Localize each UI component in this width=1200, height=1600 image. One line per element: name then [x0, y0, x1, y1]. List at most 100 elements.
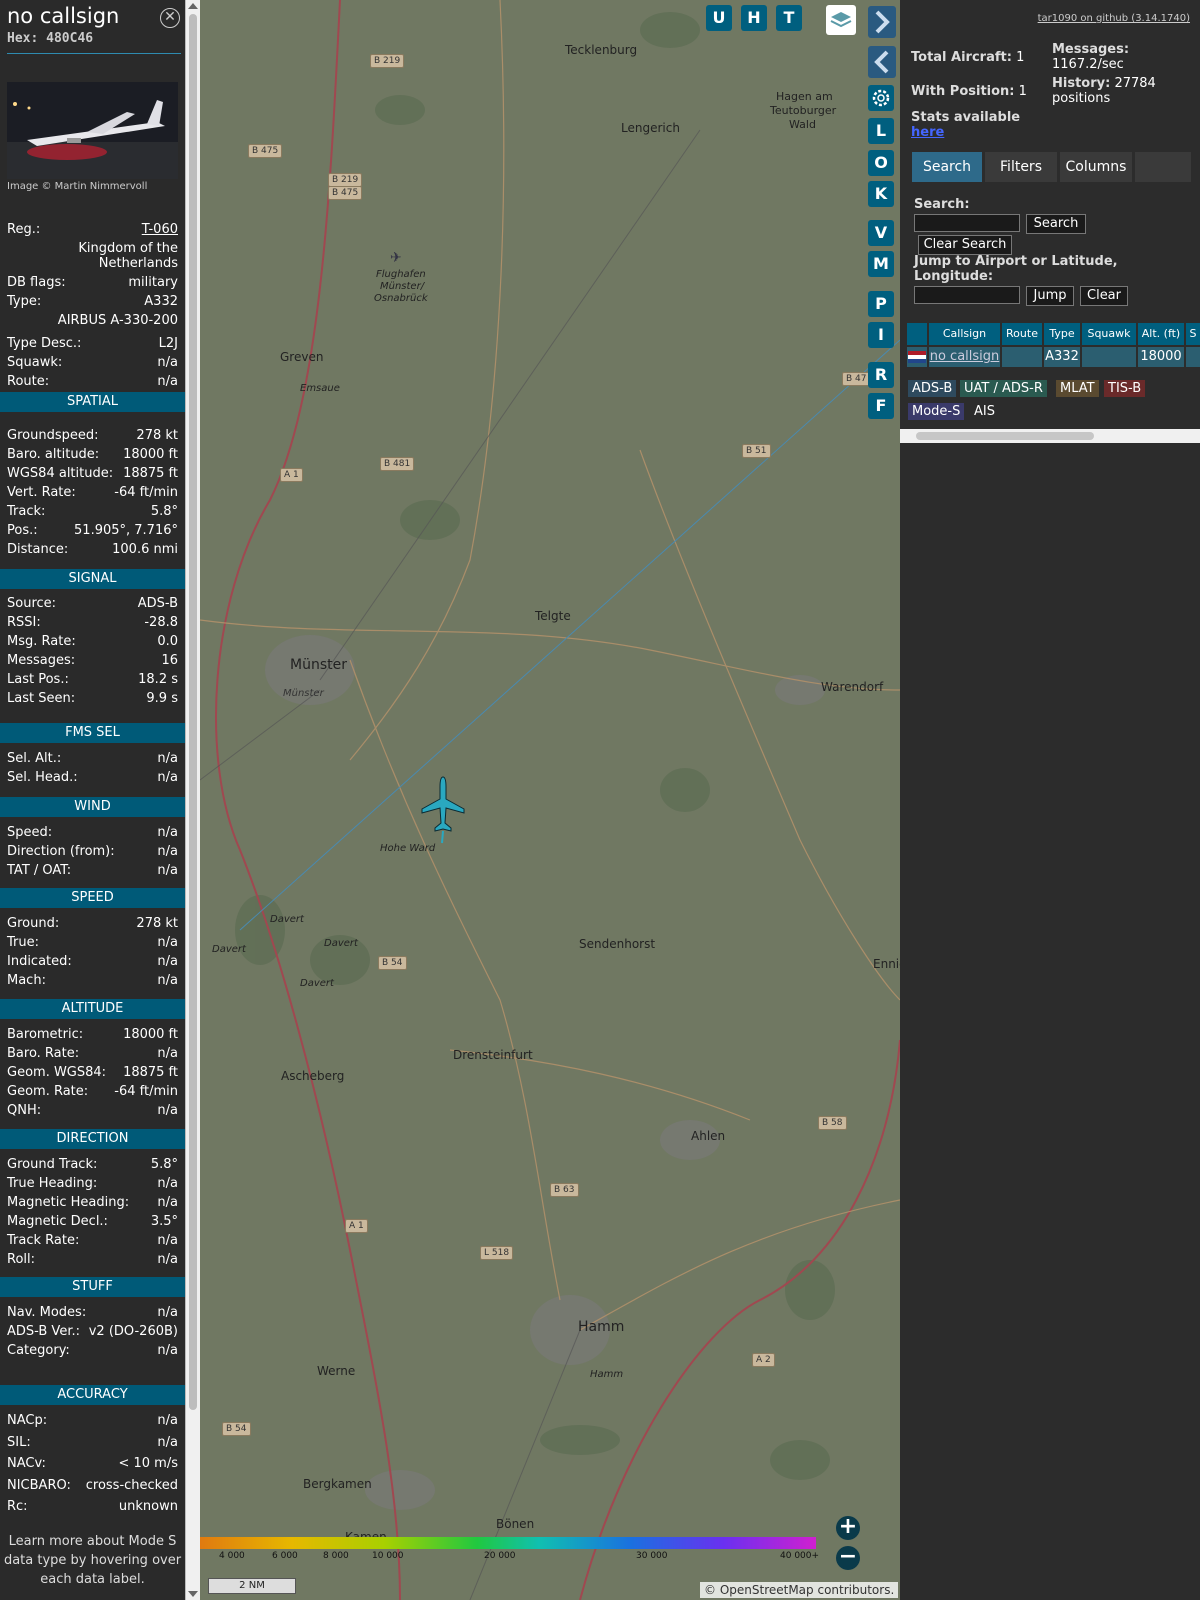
clear-button[interactable]: Clear: [1080, 286, 1128, 306]
col-header-alt[interactable]: Alt. (ft): [1138, 323, 1184, 345]
info-key[interactable]: Category:: [7, 1343, 70, 1358]
info-key[interactable]: Rc:: [7, 1499, 28, 1514]
info-key[interactable]: Ground Track:: [7, 1157, 97, 1172]
info-key[interactable]: Speed:: [7, 825, 52, 840]
layers-icon[interactable]: [826, 5, 856, 35]
sidebar-scrollbar[interactable]: [185, 0, 200, 1600]
info-key[interactable]: Source:: [7, 596, 56, 611]
info-key[interactable]: Route:: [7, 374, 49, 389]
info-key[interactable]: Distance:: [7, 542, 68, 557]
close-icon[interactable]: ✕: [160, 8, 180, 28]
stats-link[interactable]: here: [911, 125, 944, 140]
aircraft-photo[interactable]: [7, 82, 178, 179]
info-key[interactable]: ADS-B Ver.:: [7, 1324, 80, 1339]
button-p[interactable]: P: [868, 291, 894, 317]
button-t[interactable]: T: [776, 5, 802, 31]
info-value[interactable]: T-060: [142, 222, 178, 237]
github-link[interactable]: tar1090 on github (3.14.1740): [1038, 13, 1190, 24]
jump-input[interactable]: [914, 286, 1020, 304]
info-key[interactable]: Geom. WGS84:: [7, 1065, 106, 1080]
info-key[interactable]: True Heading:: [7, 1176, 97, 1191]
info-key[interactable]: Geom. Rate:: [7, 1084, 88, 1099]
col-header-flag[interactable]: [907, 323, 927, 345]
zoom-in-icon[interactable]: +: [836, 1516, 860, 1540]
info-key[interactable]: Baro. altitude:: [7, 447, 99, 462]
info-key[interactable]: NACv:: [7, 1456, 46, 1471]
info-row: TAT / OAT: n/a: [7, 863, 178, 882]
button-r[interactable]: R: [868, 362, 894, 388]
info-key[interactable]: Magnetic Decl.:: [7, 1214, 108, 1229]
info-key[interactable]: TAT / OAT:: [7, 863, 71, 878]
table-horizontal-scrollbar[interactable]: [900, 429, 1200, 443]
info-key[interactable]: Type Desc.:: [7, 336, 81, 351]
info-row: AIRBUS A-330-200: [7, 313, 178, 332]
col-header-callsign[interactable]: Callsign: [929, 323, 1000, 345]
button-l[interactable]: L: [868, 118, 894, 144]
info-key[interactable]: Type:: [7, 294, 41, 309]
scroll-down-arrow-icon[interactable]: [188, 1591, 198, 1597]
chevron-left-icon[interactable]: [868, 46, 896, 78]
info-key[interactable]: DB flags:: [7, 275, 66, 290]
info-key[interactable]: Vert. Rate:: [7, 485, 76, 500]
search-button[interactable]: Search: [1026, 214, 1086, 234]
info-key[interactable]: Indicated:: [7, 954, 72, 969]
info-key[interactable]: Reg.:: [7, 222, 40, 237]
settings-gear-icon[interactable]: [868, 85, 894, 111]
map-view[interactable]: Tecklenburg Lengerich Hagen am Teutoburg…: [200, 0, 900, 1600]
info-value: n/a: [157, 355, 178, 370]
button-u[interactable]: U: [706, 5, 732, 31]
info-key[interactable]: Barometric:: [7, 1027, 83, 1042]
info-key[interactable]: Last Pos.:: [7, 672, 69, 687]
info-key[interactable]: Track:: [7, 504, 45, 519]
info-key[interactable]: Pos.:: [7, 523, 38, 538]
info-key[interactable]: Msg. Rate:: [7, 634, 76, 649]
hscroll-thumb[interactable]: [916, 432, 1094, 440]
info-key[interactable]: NACp:: [7, 1413, 47, 1428]
jump-button[interactable]: Jump: [1026, 286, 1074, 306]
button-h[interactable]: H: [741, 5, 767, 31]
info-key[interactable]: Ground:: [7, 916, 59, 931]
tab-filters[interactable]: Filters: [985, 152, 1057, 182]
info-key[interactable]: Mach:: [7, 973, 46, 988]
info-key[interactable]: Roll:: [7, 1252, 35, 1267]
tab-columns[interactable]: Columns: [1060, 152, 1132, 182]
info-key[interactable]: Baro. Rate:: [7, 1046, 79, 1061]
info-key[interactable]: Nav. Modes:: [7, 1305, 86, 1320]
col-header-type[interactable]: Type: [1044, 323, 1080, 345]
scroll-up-arrow-icon[interactable]: [188, 3, 198, 9]
button-v[interactable]: V: [868, 220, 894, 246]
button-o[interactable]: O: [868, 150, 894, 176]
info-key[interactable]: NICBARO:: [7, 1478, 71, 1493]
info-key[interactable]: Messages:: [7, 653, 75, 668]
tab-search[interactable]: Search: [912, 152, 982, 182]
clear-search-button[interactable]: Clear Search: [918, 235, 1012, 255]
row-callsign[interactable]: no callsign: [929, 347, 1000, 367]
aircraft-marker-icon[interactable]: [420, 775, 466, 845]
button-m[interactable]: M: [868, 251, 894, 277]
col-header-route[interactable]: Route: [1002, 323, 1042, 345]
info-key[interactable]: SIL:: [7, 1435, 31, 1450]
info-key[interactable]: RSSI:: [7, 615, 41, 630]
col-header-squawk[interactable]: Squawk: [1082, 323, 1136, 345]
search-input[interactable]: [914, 214, 1020, 232]
info-key[interactable]: True:: [7, 935, 39, 950]
info-key[interactable]: Sel. Head.:: [7, 770, 78, 785]
info-key[interactable]: Track Rate:: [7, 1233, 79, 1248]
info-key[interactable]: QNH:: [7, 1103, 41, 1118]
info-key[interactable]: Direction (from):: [7, 844, 115, 859]
scrollbar-thumb[interactable]: [189, 14, 197, 1410]
info-key[interactable]: Magnetic Heading:: [7, 1195, 129, 1210]
info-key[interactable]: Sel. Alt.:: [7, 751, 61, 766]
button-k[interactable]: K: [868, 181, 894, 207]
info-key[interactable]: WGS84 altitude:: [7, 466, 113, 481]
label-davert-2: Davert: [212, 944, 246, 955]
info-key[interactable]: Groundspeed:: [7, 428, 98, 443]
osm-attribution[interactable]: © OpenStreetMap contributors.: [700, 1582, 899, 1598]
col-header-s[interactable]: S: [1186, 323, 1200, 345]
info-key[interactable]: Squawk:: [7, 355, 62, 370]
zoom-out-icon[interactable]: −: [836, 1546, 860, 1570]
chevron-right-icon[interactable]: [868, 6, 896, 38]
button-i[interactable]: I: [868, 322, 894, 348]
button-f[interactable]: F: [868, 393, 894, 419]
info-key[interactable]: Last Seen:: [7, 691, 75, 706]
